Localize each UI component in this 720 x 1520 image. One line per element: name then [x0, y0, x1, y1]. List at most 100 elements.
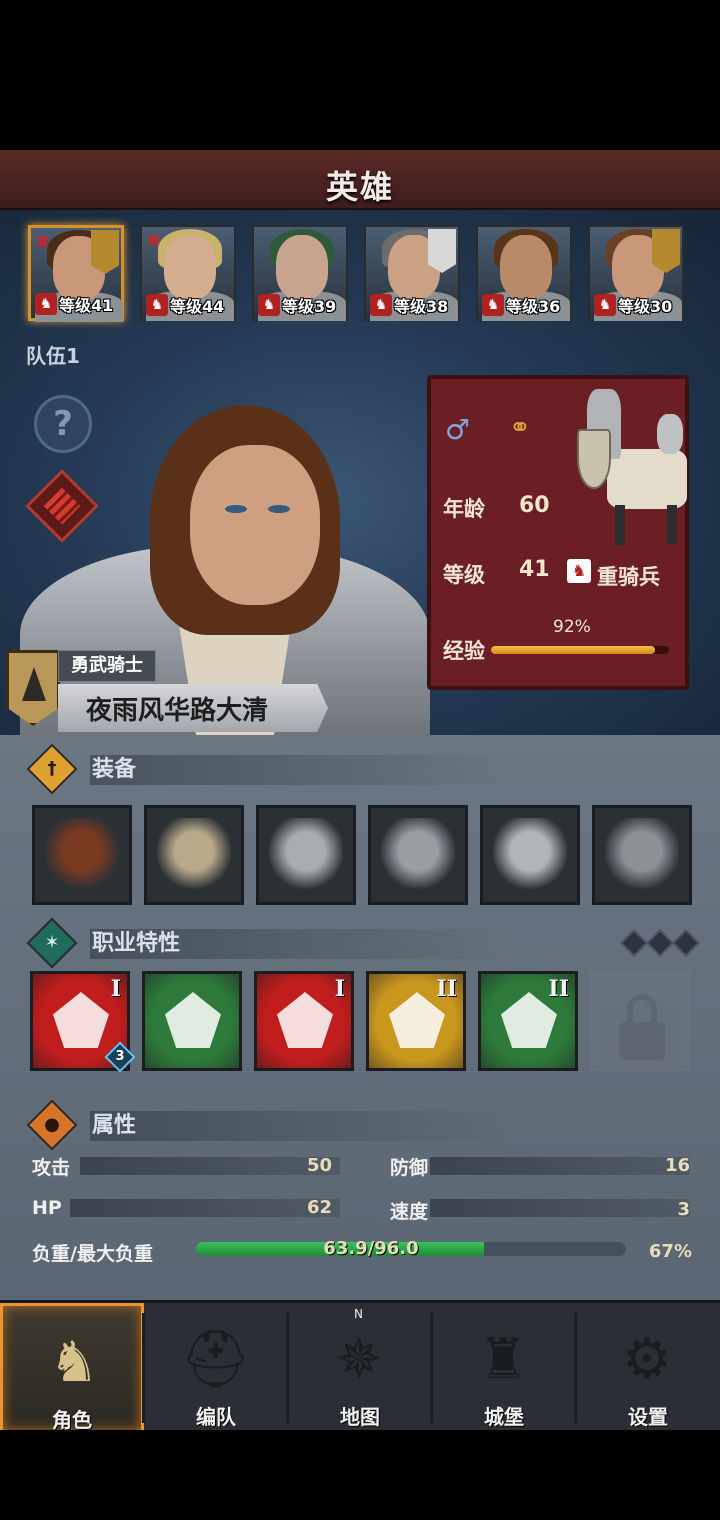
hp-label: HP	[32, 1197, 62, 1219]
level-value: 41	[519, 557, 550, 582]
navigation-bar-area	[0, 1430, 720, 1520]
ring-icon[interactable]: ⚭	[509, 413, 531, 443]
exp-bar	[491, 646, 669, 654]
equipment-icon: †	[26, 743, 78, 795]
hero-card[interactable]: ✖ ♞ 等级44	[140, 225, 236, 321]
hero-level-text: 等级44	[170, 297, 225, 316]
exp-bar-fill	[491, 646, 655, 654]
hero-name-bar[interactable]: 夜雨风华路大清	[58, 684, 328, 732]
banner-icon	[91, 230, 119, 274]
horse-class-icon: ♞	[594, 294, 616, 316]
compass-icon: ✵	[335, 1327, 383, 1392]
level-label: 等级	[443, 563, 485, 587]
hero-face	[276, 235, 328, 299]
hero-level-text: 等级41	[59, 296, 114, 315]
hero-level: ♞ 等级30	[594, 293, 672, 317]
equipment-slot[interactable]	[592, 805, 692, 905]
male-icon: ♂	[445, 413, 471, 446]
banner-icon	[428, 229, 456, 273]
trait-rank: I	[110, 976, 121, 1002]
tab-divider	[142, 1313, 145, 1423]
hero-card[interactable]: ✖ ♞ 等级41	[28, 225, 124, 322]
ring-item-icon	[605, 818, 679, 892]
tab-label: 地图	[340, 1405, 380, 1429]
equipment-slot[interactable]	[256, 805, 356, 905]
team-label: 队伍1	[26, 344, 80, 368]
equipment-slot[interactable]	[480, 805, 580, 905]
tab-castle[interactable]: ♜ 城堡	[432, 1303, 576, 1433]
defense-label: 防御	[390, 1157, 429, 1179]
helmet-icon: ⛑	[180, 1327, 252, 1392]
hero-card[interactable]: ♞ 等级30	[588, 225, 684, 321]
load-label: 负重/最大负重	[32, 1243, 153, 1265]
horse-class-icon: ♞	[567, 559, 591, 583]
speed-value: 3	[677, 1199, 690, 1220]
tab-divider	[286, 1313, 289, 1423]
banner-icon	[652, 229, 680, 273]
traits-icon: ✶	[26, 917, 78, 969]
tab-label: 编队	[196, 1405, 236, 1429]
trait-slot[interactable]: I3	[30, 971, 136, 1073]
hero-card[interactable]: ♞ 等级36	[476, 225, 572, 321]
hero-card[interactable]: ♞ 等级39	[252, 225, 348, 321]
attributes-title: 属性	[90, 1111, 510, 1141]
hero-name: 夜雨风华路大清	[86, 696, 269, 726]
traits-title: 职业特性	[90, 929, 510, 959]
injury-ribbon-icon: ✖	[146, 231, 162, 252]
horse-class-icon: ♞	[482, 294, 504, 316]
hero-level: ♞ 等级41	[35, 292, 113, 316]
locked-trait-slot[interactable]	[590, 971, 690, 1071]
hero-face	[164, 235, 216, 299]
trait-rank: II	[436, 976, 457, 1002]
horse-class-icon: ♞	[370, 294, 392, 316]
castle-icon: ♜	[477, 1327, 529, 1392]
speed-label: 速度	[390, 1201, 429, 1223]
tab-helmet[interactable]: ⛑ 编队	[144, 1303, 288, 1433]
tab-compass[interactable]: ✵ N 地图	[288, 1303, 432, 1433]
equipment-title: 装备	[90, 755, 510, 785]
defense-value: 16	[664, 1155, 690, 1176]
hero-face	[500, 235, 552, 299]
tab-knight[interactable]: ♞ 角色	[0, 1303, 144, 1433]
exp-label: 经验	[443, 639, 485, 663]
attack-label: 攻击	[32, 1157, 71, 1179]
equipment-slot[interactable]	[368, 805, 468, 905]
hero-level-text: 等级38	[394, 297, 449, 316]
tab-gear[interactable]: ⚙ 设置	[576, 1303, 720, 1433]
class-illustration	[567, 389, 687, 549]
hero-area: ✖ ♞ 等级41 ✖ ♞ 等级44 ♞ 等级39 ♞ 等级38 ♞ 等级36 ♞ 等级30 队伍1 ? ♂…	[0, 210, 720, 735]
class-name: 重骑兵	[597, 565, 660, 589]
status-bar-area	[0, 0, 720, 150]
equipment-slot[interactable]	[32, 805, 132, 905]
hero-level: ♞ 等级36	[482, 293, 560, 317]
hero-title: 勇武骑士	[58, 650, 156, 682]
compass-north-label: N	[354, 1307, 363, 1321]
tab-label: 城堡	[484, 1405, 524, 1429]
trait-points	[619, 928, 701, 958]
shield-item-icon	[157, 818, 231, 892]
tab-label: 角色	[52, 1408, 92, 1432]
hero-level: ♞ 等级39	[258, 293, 336, 317]
header-bar: 英雄	[0, 150, 720, 210]
exp-percent: 92%	[553, 617, 591, 637]
name-plate: 勇武骑士 夜雨风华路大清	[0, 640, 330, 735]
equipment-slot[interactable]	[144, 805, 244, 905]
armor-item-icon	[381, 818, 455, 892]
attack-value: 50	[306, 1155, 332, 1176]
hero-card[interactable]: ♞ 等级38	[364, 225, 460, 321]
trait-slot[interactable]	[142, 971, 242, 1071]
spear-item-icon	[45, 818, 119, 892]
trait-rank: II	[548, 976, 569, 1002]
horse-class-icon: ♞	[146, 294, 168, 316]
person-icon: ●	[26, 1099, 78, 1151]
trait-slot[interactable]: II	[366, 971, 466, 1071]
attributes-header: ● 属性	[26, 1099, 706, 1151]
tab-divider	[574, 1313, 577, 1423]
hero-level: ♞ 等级38	[370, 293, 448, 317]
strength-horse-trait-icon	[277, 992, 333, 1048]
hero-level-text: 等级30	[618, 297, 673, 316]
equipment-header: † 装备	[26, 743, 706, 795]
age-label: 年龄	[443, 497, 485, 521]
trait-slot[interactable]: II	[478, 971, 578, 1071]
trait-slot[interactable]: I	[254, 971, 354, 1071]
